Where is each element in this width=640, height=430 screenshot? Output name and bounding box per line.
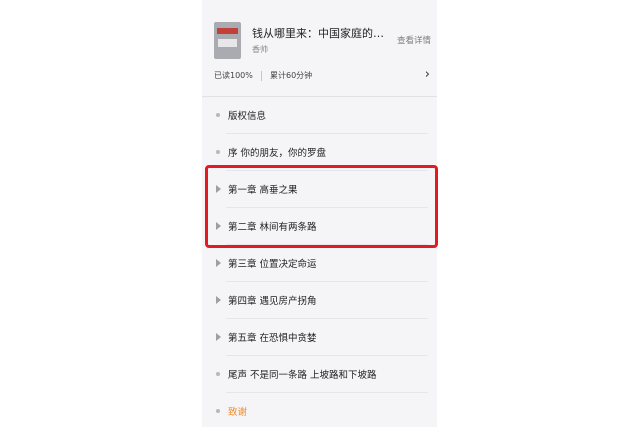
toc-item-chapter-3[interactable]: 第三章 位置决定命运 xyxy=(214,245,428,282)
book-cover xyxy=(214,22,241,59)
view-details-link[interactable]: 查看详情 xyxy=(397,34,431,46)
toc-item-label: 第五章 在恐惧中贪婪 xyxy=(228,333,317,344)
toc-item-label: 序 你的朋友，你的罗盘 xyxy=(228,148,327,159)
toc-item-copyright[interactable]: 版权信息 xyxy=(214,97,428,134)
book-author: 香帅 xyxy=(252,45,268,54)
toc-item-chapter-5[interactable]: 第五章 在恐惧中贪婪 xyxy=(214,319,428,356)
toc-item-label: 尾声 不是同一条路 上坡路和下坡路 xyxy=(228,370,377,381)
toc-item-acknowledgements[interactable]: 致谢 xyxy=(214,393,428,430)
read-percent: 已读100% xyxy=(214,71,253,80)
chevron-right-icon[interactable]: › xyxy=(425,67,430,82)
toc-item-chapter-4[interactable]: 第四章 遇见房产拐角 xyxy=(214,282,428,319)
cumulative-time: 累计60分钟 xyxy=(270,71,313,80)
toc-item-epilogue[interactable]: 尾声 不是同一条路 上坡路和下坡路 xyxy=(214,356,428,393)
dot-icon xyxy=(216,356,220,376)
dot-icon xyxy=(216,393,220,413)
progress-separator xyxy=(261,71,262,81)
toc-item-label: 第四章 遇见房产拐角 xyxy=(228,296,317,307)
cover-label xyxy=(218,39,237,47)
triangle-right-icon[interactable] xyxy=(216,282,221,304)
triangle-right-icon[interactable] xyxy=(216,245,221,267)
dot-icon xyxy=(216,97,220,117)
reading-progress-row[interactable]: 已读100% 累计60分钟 › xyxy=(214,67,432,83)
dot-icon xyxy=(216,134,220,154)
triangle-right-icon[interactable] xyxy=(216,319,221,341)
book-header[interactable]: 钱从哪里来：中国家庭的… 香帅 查看详情 xyxy=(214,19,434,59)
toc-item-label: 致谢 xyxy=(228,407,248,418)
cover-band xyxy=(217,28,238,34)
toc-item-label: 第三章 位置决定命运 xyxy=(228,259,317,270)
toc-item-label: 版权信息 xyxy=(228,111,267,122)
book-title: 钱从哪里来：中国家庭的… xyxy=(252,27,384,40)
highlight-annotation-box xyxy=(205,165,438,248)
